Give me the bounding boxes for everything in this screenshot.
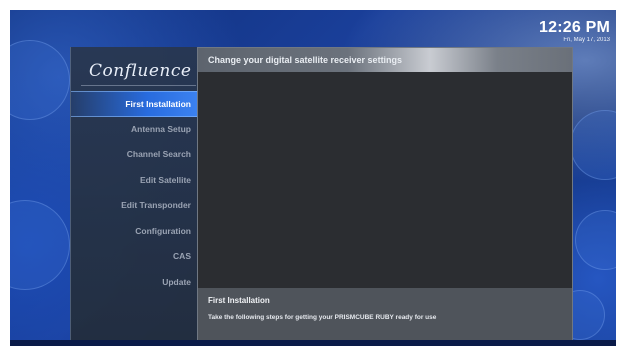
- logo-divider: [81, 85, 196, 86]
- background-bubble: [10, 200, 70, 290]
- background-bubble: [575, 210, 616, 270]
- menu-item-antenna-setup[interactable]: Antenna Setup: [71, 117, 198, 143]
- background-bubble: [10, 40, 70, 120]
- clock-time: 12:26 PM: [539, 19, 610, 36]
- settings-menu: First Installation Antenna Setup Channel…: [71, 91, 198, 295]
- menu-item-edit-satellite[interactable]: Edit Satellite: [71, 168, 198, 194]
- logo: Confluence: [89, 61, 192, 81]
- clock: 12:26 PM Fri, May 17, 2013: [539, 20, 610, 44]
- panel-header: Change your digital satellite receiver s…: [198, 48, 572, 72]
- menu-item-first-installation[interactable]: First Installation: [71, 91, 198, 117]
- sidebar: Confluence First Installation Antenna Se…: [70, 47, 198, 343]
- menu-item-update[interactable]: Update: [71, 270, 198, 296]
- background-bubble: [570, 110, 616, 180]
- content-panel: Change your digital satellite receiver s…: [197, 47, 573, 343]
- menu-item-cas[interactable]: CAS: [71, 244, 198, 270]
- footer-description: Take the following steps for getting you…: [208, 314, 437, 321]
- panel-body: [198, 72, 572, 288]
- menu-item-edit-transponder[interactable]: Edit Transponder: [71, 193, 198, 219]
- menu-item-channel-search[interactable]: Channel Search: [71, 142, 198, 168]
- clock-date: Fri, May 17, 2013: [563, 37, 610, 43]
- panel-footer: First Installation Take the following st…: [198, 288, 572, 342]
- menu-item-configuration[interactable]: Configuration: [71, 219, 198, 245]
- screen-bottom-bar: [10, 340, 616, 346]
- tv-screen: 12:26 PM Fri, May 17, 2013 Confluence Fi…: [10, 10, 616, 346]
- footer-title: First Installation: [208, 296, 270, 305]
